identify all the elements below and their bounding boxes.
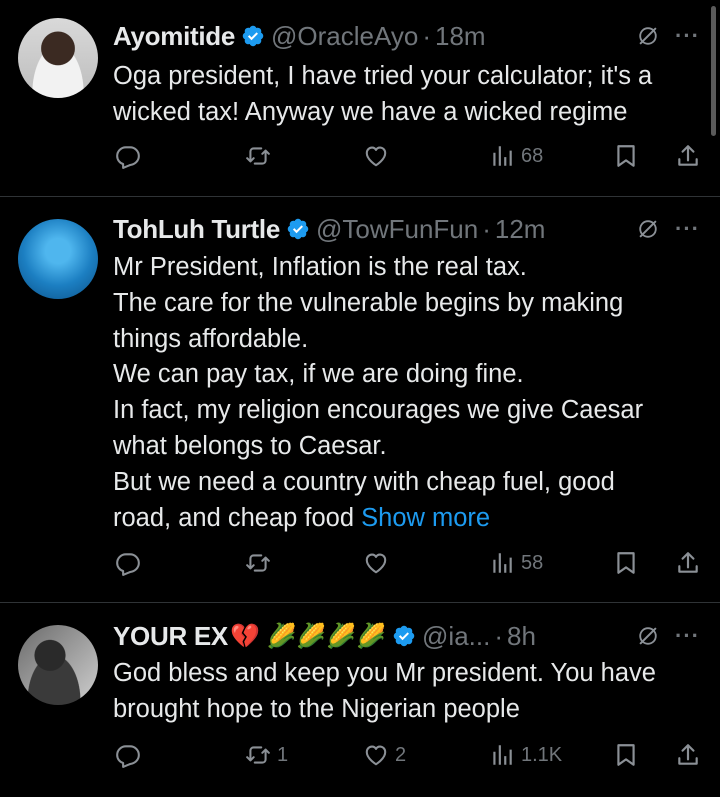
verified-badge-icon xyxy=(241,24,265,48)
retweet-icon xyxy=(245,143,271,169)
separator: · xyxy=(422,20,432,51)
bookmark-button[interactable] xyxy=(613,742,639,768)
tweet-text: God bless and keep you Mr president. You… xyxy=(113,656,713,728)
timestamp[interactable]: 8h xyxy=(507,621,536,652)
retweet-count: 1 xyxy=(277,743,289,766)
action-bar: 68 xyxy=(113,143,708,173)
grok-icon[interactable] xyxy=(637,218,659,240)
avatar[interactable] xyxy=(18,625,98,705)
more-icon[interactable]: ··· xyxy=(675,623,700,649)
share-icon xyxy=(675,550,701,576)
bookmark-button[interactable] xyxy=(613,550,639,576)
author-handle[interactable]: @TowFunFun xyxy=(316,214,478,245)
tweet-text-line: brought hope to the Nigerian people xyxy=(113,694,520,723)
retweet-button[interactable] xyxy=(245,550,277,576)
separator: · xyxy=(494,620,504,651)
reply-button[interactable] xyxy=(115,550,147,576)
tweet-text-line: what belongs to Caesar. xyxy=(113,431,387,460)
avatar[interactable] xyxy=(18,18,98,98)
views-icon xyxy=(489,550,515,576)
tweet-item[interactable]: Ayomitide @OracleAyo · 18m ··· Oga presi… xyxy=(0,0,720,196)
tweet-text-line: In fact, my religion encourages we give … xyxy=(113,396,644,425)
tweet-text-fragment: road, and cheap food xyxy=(113,503,355,532)
author-name[interactable]: TohLuh Turtle xyxy=(113,214,280,245)
tweet-text-line: Oga president, I have tried your calcula… xyxy=(113,62,653,90)
bookmark-icon xyxy=(613,143,639,169)
reply-icon xyxy=(115,550,141,576)
retweet-icon xyxy=(245,742,271,768)
tweet-header: TohLuh Turtle @TowFunFun · 12m ··· xyxy=(113,211,700,247)
retweet-button[interactable] xyxy=(245,143,277,169)
more-icon[interactable]: ··· xyxy=(675,23,700,49)
views-count: 68 xyxy=(521,144,544,167)
timestamp[interactable]: 18m xyxy=(435,21,486,52)
avatar[interactable] xyxy=(18,219,98,299)
views-icon xyxy=(489,143,515,169)
like-icon xyxy=(363,143,389,169)
verified-badge-icon xyxy=(392,624,416,648)
like-icon xyxy=(363,550,389,576)
more-icon[interactable]: ··· xyxy=(675,216,700,242)
share-button[interactable] xyxy=(675,742,701,768)
author-handle[interactable]: @OracleAyo xyxy=(271,21,418,52)
views-button[interactable]: 58 xyxy=(489,550,543,576)
like-button[interactable] xyxy=(363,143,395,169)
tweet-text-line: We can pay tax, if we are doing fine. xyxy=(113,360,524,389)
verified-badge-icon xyxy=(286,217,310,241)
action-bar: 1 2 1.1K xyxy=(113,742,708,772)
like-icon xyxy=(363,742,389,768)
tweet-text-line: The care for the vulnerable begins by ma… xyxy=(113,288,624,317)
like-count: 2 xyxy=(395,743,407,766)
action-bar: 58 xyxy=(113,550,708,580)
tweet-text-line: God bless and keep you Mr president. You… xyxy=(113,659,656,687)
reply-icon xyxy=(115,742,141,768)
tweet-header: YOUR EX 💔 🌽🌽🌽🌽 @ia... · 8h ··· xyxy=(113,618,700,654)
tweet-item[interactable]: TohLuh Turtle @TowFunFun · 12m ··· Mr Pr… xyxy=(0,197,720,602)
tweet-header: Ayomitide @OracleAyo · 18m ··· xyxy=(113,18,700,54)
grok-icon[interactable] xyxy=(637,625,659,647)
author-name[interactable]: Ayomitide xyxy=(113,21,235,52)
bookmark-button[interactable] xyxy=(613,143,639,169)
retweet-icon xyxy=(245,550,271,576)
author-handle[interactable]: @ia... xyxy=(422,621,490,652)
bookmark-icon xyxy=(613,550,639,576)
reply-button[interactable] xyxy=(115,742,147,768)
share-button[interactable] xyxy=(675,143,701,169)
views-button[interactable]: 1.1K xyxy=(489,742,562,768)
bookmark-icon xyxy=(613,742,639,768)
retweet-button[interactable]: 1 xyxy=(245,742,288,768)
reply-button[interactable] xyxy=(115,143,147,169)
share-icon xyxy=(675,742,701,768)
separator: · xyxy=(482,213,491,244)
name-emojis: 💔 🌽🌽🌽🌽 xyxy=(229,622,387,650)
timestamp[interactable]: 12m xyxy=(495,214,546,245)
views-icon xyxy=(489,742,515,768)
like-button[interactable] xyxy=(363,550,395,576)
views-count: 1.1K xyxy=(521,743,563,766)
tweet-text-line: things affordable. xyxy=(113,324,309,353)
views-button[interactable]: 68 xyxy=(489,143,543,169)
tweet-text: Oga president, I have tried your calcula… xyxy=(113,59,713,131)
tweet-text-line: Mr President, Inflation is the real tax. xyxy=(113,253,527,281)
share-button[interactable] xyxy=(675,550,701,576)
reply-icon xyxy=(115,143,141,169)
grok-icon[interactable] xyxy=(637,25,659,47)
tweet-text-line: wicked tax! Anyway we have a wicked regi… xyxy=(113,97,628,126)
tweet-text-line: But we need a country with cheap fuel, g… xyxy=(113,467,615,496)
tweet-text-line: road, and cheap food Show more xyxy=(113,501,713,537)
share-icon xyxy=(675,143,701,169)
show-more-link[interactable]: Show more xyxy=(361,504,490,532)
like-button[interactable]: 2 xyxy=(363,742,406,768)
views-count: 58 xyxy=(521,551,544,574)
author-name[interactable]: YOUR EX xyxy=(113,621,228,652)
tweet-item[interactable]: YOUR EX 💔 🌽🌽🌽🌽 @ia... · 8h ··· God bless… xyxy=(0,603,720,797)
tweet-text: Mr President, Inflation is the real tax.… xyxy=(113,250,713,536)
